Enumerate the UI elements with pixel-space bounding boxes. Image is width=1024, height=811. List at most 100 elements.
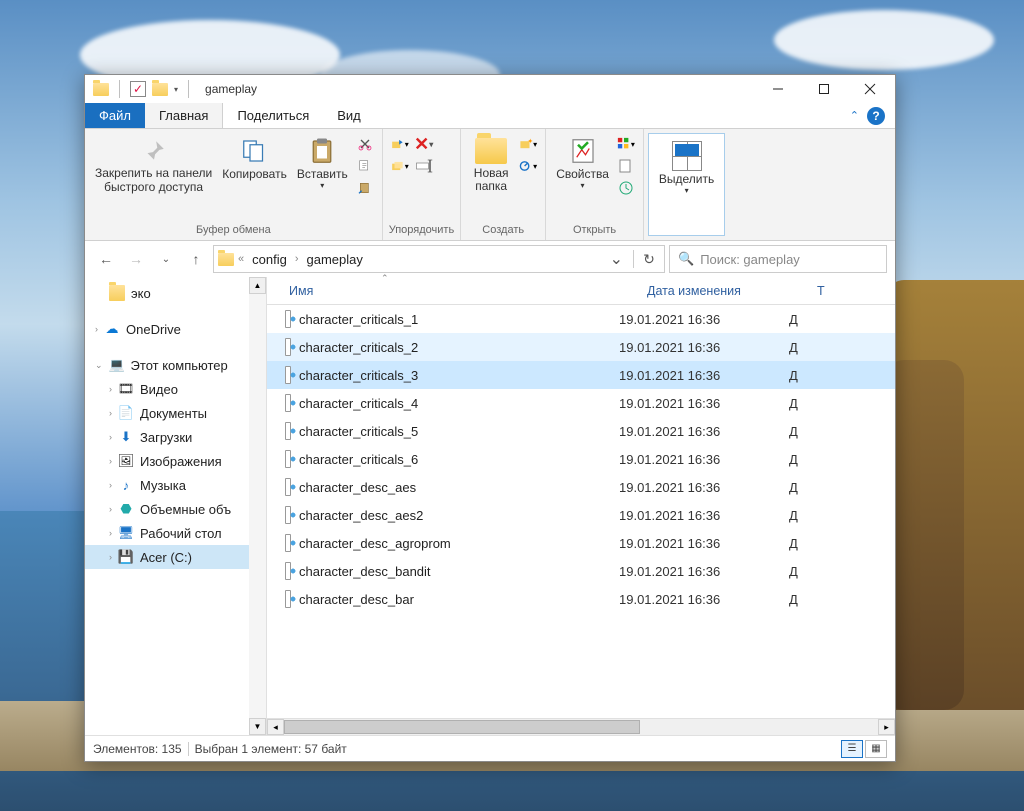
pin-button[interactable]: Закрепить на панели быстрого доступа <box>91 133 216 197</box>
downloads-icon: ⬇ <box>118 429 134 445</box>
objects3d-icon: ⬣ <box>118 501 134 517</box>
sidebar-item-music[interactable]: ›♪Музыка <box>85 473 266 497</box>
video-icon: 🎞 <box>118 381 134 397</box>
recent-dropdown[interactable]: ⌄ <box>153 246 179 272</box>
file-date: 19.01.2021 16:36 <box>619 424 789 439</box>
cut-icon[interactable] <box>356 135 374 153</box>
breadcrumb-segment[interactable]: config <box>248 252 291 267</box>
file-row[interactable]: character_criticals_619.01.2021 16:36Д <box>267 445 895 473</box>
details-view-button[interactable]: ☰ <box>841 740 863 758</box>
folder-qa-icon[interactable] <box>152 83 168 96</box>
file-row[interactable]: character_desc_aes19.01.2021 16:36Д <box>267 473 895 501</box>
scroll-right-button[interactable]: ▸ <box>878 719 895 735</box>
breadcrumb-segment[interactable]: gameplay <box>303 252 367 267</box>
file-row[interactable]: character_criticals_219.01.2021 16:36Д <box>267 333 895 361</box>
window-title: gameplay <box>199 82 257 96</box>
help-icon[interactable]: ? <box>867 107 885 125</box>
tab-view[interactable]: Вид <box>323 103 375 128</box>
sidebar-item-3d[interactable]: ›⬣Объемные объ <box>85 497 266 521</box>
refresh-button[interactable]: ↻ <box>638 246 660 272</box>
chevron-right-icon[interactable]: › <box>295 253 299 265</box>
scroll-up-button[interactable]: ▲ <box>249 277 266 294</box>
minimize-button[interactable] <box>755 75 801 103</box>
properties-button[interactable]: Свойства▾ <box>552 133 613 192</box>
search-icon: 🔍 <box>678 251 694 267</box>
select-button[interactable]: Выделить▾ <box>655 138 718 197</box>
paste-shortcut-icon[interactable] <box>356 179 374 197</box>
thumbnails-view-button[interactable]: ▦ <box>865 740 887 758</box>
paste-button[interactable]: Вставить▾ <box>293 133 352 192</box>
back-button[interactable]: ← <box>93 246 119 272</box>
new-folder-button[interactable]: Новая папка <box>467 133 515 195</box>
column-type[interactable]: Т <box>807 284 895 298</box>
column-headers[interactable]: ⌃ Имя Дата изменения Т <box>267 277 895 305</box>
maximize-button[interactable] <box>801 75 847 103</box>
tab-file[interactable]: Файл <box>85 103 145 128</box>
file-row[interactable]: character_desc_bar19.01.2021 16:36Д <box>267 585 895 613</box>
folder-icon <box>93 83 109 96</box>
file-row[interactable]: character_criticals_519.01.2021 16:36Д <box>267 417 895 445</box>
titlebar[interactable]: ✓ ▾ gameplay <box>85 75 895 103</box>
ribbon-tabs: Файл Главная Поделиться Вид ⌃ ? <box>85 103 895 129</box>
file-name: character_criticals_3 <box>291 368 619 383</box>
address-bar[interactable]: « config › gameplay ⌄ ↻ <box>213 245 665 273</box>
sidebar-item-acer[interactable]: ›💾Acer (C:) <box>85 545 266 569</box>
search-input[interactable]: 🔍 Поиск: gameplay <box>669 245 887 273</box>
tab-share[interactable]: Поделиться <box>223 103 323 128</box>
rename-icon[interactable] <box>415 157 433 175</box>
file-date: 19.01.2021 16:36 <box>619 340 789 355</box>
copy-button[interactable]: Копировать <box>218 133 291 183</box>
pin-icon <box>138 135 170 167</box>
open-icon[interactable]: ▾ <box>617 135 635 153</box>
column-name[interactable]: Имя <box>267 284 637 298</box>
scroll-down-button[interactable]: ▼ <box>249 718 266 735</box>
file-row[interactable]: character_desc_agroprom19.01.2021 16:36Д <box>267 529 895 557</box>
collapse-ribbon-icon[interactable]: ⌃ <box>850 109 859 122</box>
file-date: 19.01.2021 16:36 <box>619 452 789 467</box>
up-button[interactable]: ↑ <box>183 246 209 272</box>
sidebar-item-eco[interactable]: эко <box>85 281 266 305</box>
move-to-icon[interactable]: ▾ <box>391 135 409 153</box>
file-list[interactable]: character_criticals_119.01.2021 16:36Дch… <box>267 305 895 718</box>
history-icon[interactable] <box>617 179 635 197</box>
nav-pane[interactable]: ▲ ▼ эко ›☁OneDrive ⌄💻Этот компьютер ›🎞Ви… <box>85 277 267 735</box>
sidebar-item-thispc[interactable]: ⌄💻Этот компьютер <box>85 353 266 377</box>
sidebar-item-video[interactable]: ›🎞Видео <box>85 377 266 401</box>
file-type: Д <box>789 480 819 495</box>
easy-access-icon[interactable]: ▾ <box>519 157 537 175</box>
sidebar-item-downloads[interactable]: ›⬇Загрузки <box>85 425 266 449</box>
edit-icon[interactable] <box>617 157 635 175</box>
clipboard-group-label: Буфер обмена <box>91 222 376 238</box>
file-type: Д <box>789 592 819 607</box>
horizontal-scrollbar[interactable]: ◂ ▸ <box>267 718 895 735</box>
file-row[interactable]: character_criticals_119.01.2021 16:36Д <box>267 305 895 333</box>
sidebar-item-desktop[interactable]: ›🖥Рабочий стол <box>85 521 266 545</box>
copy-to-icon[interactable]: ▾ <box>391 157 409 175</box>
file-type: Д <box>789 452 819 467</box>
statusbar: Элементов: 135 Выбран 1 элемент: 57 байт… <box>85 735 895 761</box>
file-name: character_criticals_6 <box>291 452 619 467</box>
address-dropdown-icon[interactable]: ⌄ <box>604 249 629 269</box>
properties-qa-icon[interactable]: ✓ <box>130 81 146 97</box>
file-row[interactable]: character_criticals_419.01.2021 16:36Д <box>267 389 895 417</box>
file-row[interactable]: character_desc_bandit19.01.2021 16:36Д <box>267 557 895 585</box>
forward-button[interactable]: → <box>123 246 149 272</box>
file-row[interactable]: character_criticals_319.01.2021 16:36Д <box>267 361 895 389</box>
close-button[interactable] <box>847 75 893 103</box>
scrollbar-thumb[interactable] <box>284 720 640 734</box>
new-item-icon[interactable]: ✦▾ <box>519 135 537 153</box>
ribbon: Закрепить на панели быстрого доступа Коп… <box>85 129 895 241</box>
sidebar-item-pictures[interactable]: ›🖼Изображения <box>85 449 266 473</box>
file-row[interactable]: character_desc_aes219.01.2021 16:36Д <box>267 501 895 529</box>
delete-icon[interactable]: ✕ ▾ <box>415 135 433 153</box>
sidebar-item-documents[interactable]: ›📄Документы <box>85 401 266 425</box>
scrollbar-track[interactable] <box>249 294 266 718</box>
qa-dropdown-icon[interactable]: ▾ <box>174 85 178 94</box>
file-list-pane: ⌃ Имя Дата изменения Т character_critica… <box>267 277 895 735</box>
sidebar-item-onedrive[interactable]: ›☁OneDrive <box>85 317 266 341</box>
tab-home[interactable]: Главная <box>145 103 223 128</box>
sort-indicator-icon: ⌃ <box>381 273 389 284</box>
copy-path-icon[interactable] <box>356 157 374 175</box>
column-date[interactable]: Дата изменения <box>637 284 807 298</box>
scroll-left-button[interactable]: ◂ <box>267 719 284 735</box>
